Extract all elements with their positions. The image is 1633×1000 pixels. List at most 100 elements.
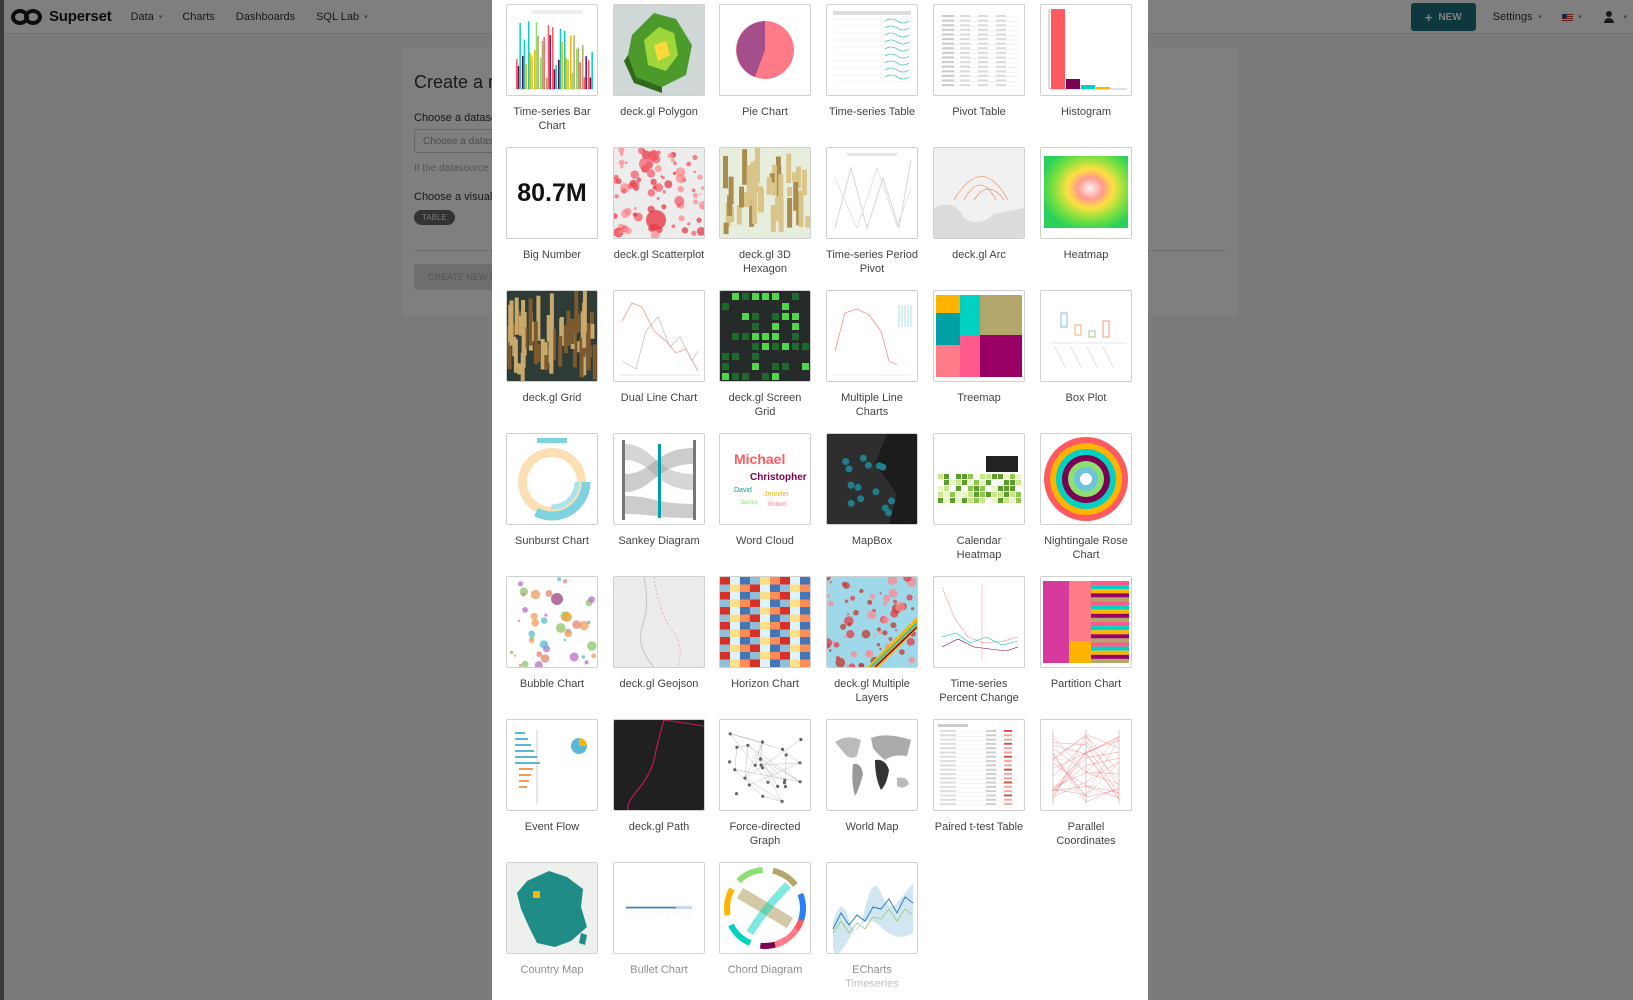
- viz-type-tile[interactable]: World Map: [826, 719, 918, 834]
- viz-thumbnail[interactable]: [613, 147, 705, 239]
- viz-thumbnail[interactable]: [826, 4, 918, 96]
- viz-thumbnail[interactable]: [506, 433, 598, 525]
- viz-type-tile[interactable]: Heatmap: [1040, 147, 1132, 262]
- viz-thumbnail[interactable]: [826, 862, 918, 954]
- viz-type-tile[interactable]: Multiple Line Charts: [826, 290, 918, 419]
- viz-type-tile[interactable]: deck.gl Geojson: [613, 576, 705, 691]
- viz-type-tile[interactable]: deck.gl 3D Hexagon: [719, 147, 811, 276]
- viz-type-tile[interactable]: Michael Christopher David Jennifer James Robe…: [719, 433, 811, 548]
- viz-type-tile[interactable]: Paired t-test Table: [933, 719, 1025, 834]
- viz-thumbnail[interactable]: [933, 433, 1025, 525]
- viz-type-label: Paired t-test Table: [934, 821, 1024, 833]
- viz-type-tile[interactable]: Time-series Bar Chart: [506, 4, 598, 133]
- viz-type-tile[interactable]: deck.gl Path: [613, 719, 705, 834]
- viz-thumbnail[interactable]: [719, 290, 811, 382]
- viz-type-tile[interactable]: Event Flow: [506, 719, 598, 834]
- viz-thumbnail[interactable]: [613, 576, 705, 668]
- viz-thumbnail[interactable]: [613, 290, 705, 382]
- viz-thumbnail[interactable]: [826, 719, 918, 811]
- viz-thumbnail[interactable]: [933, 719, 1025, 811]
- viz-thumbnail[interactable]: [719, 576, 811, 668]
- viz-type-tile[interactable]: MapBox: [826, 433, 918, 548]
- viz-thumbnail[interactable]: [506, 719, 598, 811]
- viz-thumbnail[interactable]: [506, 576, 598, 668]
- thumbnail-image: [720, 291, 810, 381]
- viz-type-tile[interactable]: 80.7M Big Number: [506, 147, 598, 262]
- viz-thumbnail[interactable]: [1040, 433, 1132, 525]
- viz-thumbnail[interactable]: [719, 719, 811, 811]
- viz-thumbnail[interactable]: [613, 719, 705, 811]
- viz-type-tile[interactable]: deck.gl Grid: [506, 290, 598, 405]
- svg-text:Christopher: Christopher: [750, 472, 807, 483]
- viz-type-tile[interactable]: Sankey Diagram: [613, 433, 705, 548]
- viz-thumbnail[interactable]: [613, 433, 705, 525]
- viz-type-tile[interactable]: Time-series Table: [826, 4, 918, 119]
- viz-type-label: deck.gl Path: [628, 821, 690, 833]
- thumbnail-image: [827, 148, 917, 238]
- viz-type-tile[interactable]: deck.gl Arc: [933, 147, 1025, 262]
- viz-type-tile[interactable]: Calendar Heatmap: [933, 433, 1025, 562]
- viz-thumbnail[interactable]: [1040, 147, 1132, 239]
- viz-thumbnail[interactable]: [826, 147, 918, 239]
- viz-type-label: deck.gl Grid: [522, 392, 582, 404]
- viz-thumbnail[interactable]: [1040, 576, 1132, 668]
- viz-thumbnail[interactable]: Michael Christopher David Jennifer James Robe…: [719, 433, 811, 525]
- viz-type-tile[interactable]: deck.gl Scatterplot: [613, 147, 705, 262]
- viz-type-tile[interactable]: deck.gl Polygon: [613, 4, 705, 119]
- viz-type-label: Bubble Chart: [519, 678, 585, 690]
- thumbnail-image: [614, 148, 704, 238]
- thumbnail-image: [827, 5, 917, 95]
- viz-type-label: Box Plot: [1065, 392, 1107, 404]
- thumbnail-image: [1041, 434, 1131, 524]
- viz-type-tile[interactable]: Pivot Table: [933, 4, 1025, 119]
- svg-text:David: David: [734, 487, 752, 494]
- viz-thumbnail[interactable]: [933, 576, 1025, 668]
- thumbnail-image: [827, 434, 917, 524]
- viz-thumbnail[interactable]: [826, 576, 918, 668]
- viz-thumbnail[interactable]: [1040, 719, 1132, 811]
- scroll-fade: [492, 950, 1148, 1000]
- viz-type-tile[interactable]: Time-series Period Pivot: [826, 147, 918, 276]
- viz-thumbnail[interactable]: [506, 862, 598, 954]
- viz-type-tile[interactable]: Bubble Chart: [506, 576, 598, 691]
- viz-type-tile[interactable]: Sunburst Chart: [506, 433, 598, 548]
- viz-type-label: Time-series Table: [828, 106, 916, 118]
- viz-thumbnail[interactable]: [506, 4, 598, 96]
- viz-thumbnail[interactable]: [506, 290, 598, 382]
- viz-type-tile[interactable]: Horizon Chart: [719, 576, 811, 691]
- viz-thumbnail[interactable]: [719, 4, 811, 96]
- viz-thumbnail[interactable]: 80.7M: [506, 147, 598, 239]
- thumbnail-image: [507, 5, 597, 95]
- viz-type-tile[interactable]: deck.gl Screen Grid: [719, 290, 811, 419]
- viz-type-label: Treemap: [957, 392, 1001, 404]
- thumbnail-image: [507, 863, 597, 953]
- viz-thumbnail[interactable]: [826, 290, 918, 382]
- viz-thumbnail[interactable]: [933, 147, 1025, 239]
- viz-thumbnail[interactable]: [719, 862, 811, 954]
- thumbnail-image: [507, 434, 597, 524]
- viz-type-tile[interactable]: Box Plot: [1040, 290, 1132, 405]
- viz-type-label: MapBox: [851, 535, 893, 547]
- viz-type-tile[interactable]: Treemap: [933, 290, 1025, 405]
- viz-thumbnail[interactable]: [1040, 4, 1132, 96]
- viz-type-tile[interactable]: Partition Chart: [1040, 576, 1132, 691]
- viz-type-tile[interactable]: Time-series Percent Change: [933, 576, 1025, 705]
- viz-type-tile[interactable]: Pie Chart: [719, 4, 811, 119]
- viz-type-tile[interactable]: Force-directed Graph: [719, 719, 811, 848]
- viz-thumbnail[interactable]: [719, 147, 811, 239]
- viz-type-tile[interactable]: Nightingale Rose Chart: [1040, 433, 1132, 562]
- viz-thumbnail[interactable]: [933, 4, 1025, 96]
- viz-thumbnail[interactable]: [1040, 290, 1132, 382]
- viz-type-label: deck.gl Multiple Layers: [834, 678, 910, 704]
- thumbnail-image: [827, 863, 917, 953]
- viz-type-tile[interactable]: deck.gl Multiple Layers: [826, 576, 918, 705]
- viz-type-tile[interactable]: Histogram: [1040, 4, 1132, 119]
- viz-thumbnail[interactable]: [933, 290, 1025, 382]
- viz-thumbnail[interactable]: [613, 4, 705, 96]
- viz-type-tile[interactable]: Dual Line Chart: [613, 290, 705, 405]
- viz-thumbnail[interactable]: [613, 862, 705, 954]
- viz-thumbnail[interactable]: [826, 433, 918, 525]
- viz-type-label: Force-directed Graph: [729, 821, 801, 847]
- viz-type-tile[interactable]: Parallel Coordinates: [1040, 719, 1132, 848]
- viz-type-label: Dual Line Chart: [620, 392, 698, 404]
